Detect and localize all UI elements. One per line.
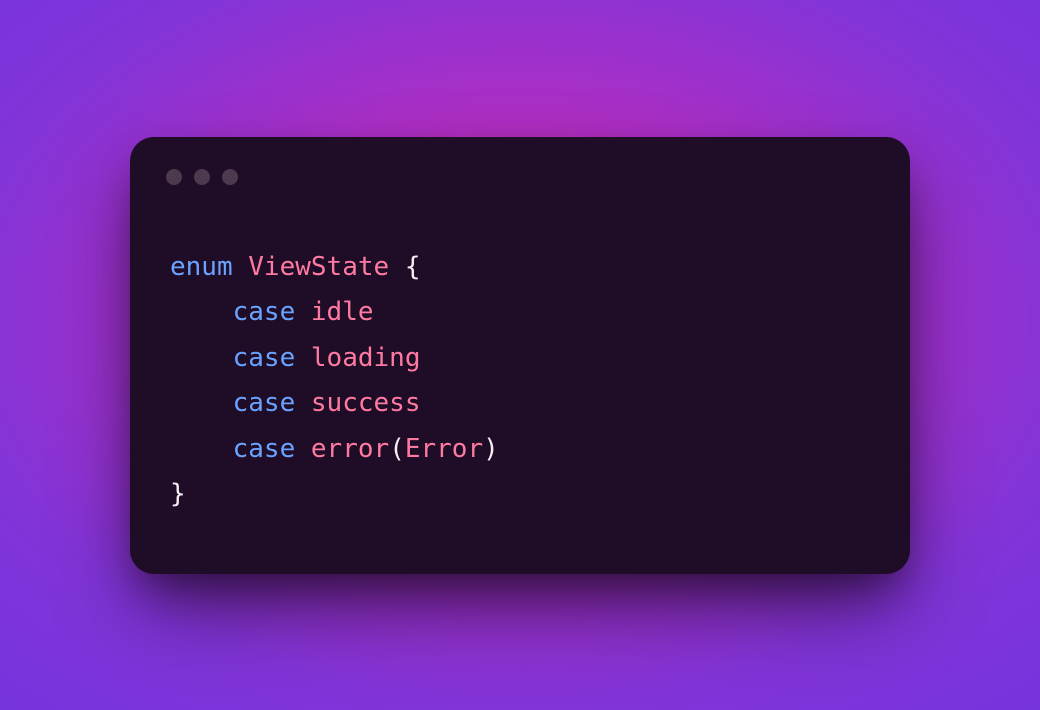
type-error: Error [405,434,483,464]
brace-open: { [389,252,420,282]
code-block: enum ViewState { case idle case loading … [162,185,878,518]
brace-close: } [170,479,186,509]
traffic-light-zoom-icon[interactable] [222,169,238,185]
type-viewstate: ViewState [248,252,389,282]
indent [170,343,233,373]
space [233,252,249,282]
space [295,343,311,373]
keyword-case: case [233,297,296,327]
paren-open: ( [389,434,405,464]
paren-close: ) [483,434,499,464]
case-success: success [311,388,421,418]
case-idle: idle [311,297,374,327]
keyword-case: case [233,388,296,418]
space [295,297,311,327]
window-titlebar [162,165,878,185]
space [295,434,311,464]
keyword-case: case [233,434,296,464]
case-loading: loading [311,343,421,373]
indent [170,434,233,464]
traffic-light-minimize-icon[interactable] [194,169,210,185]
keyword-case: case [233,343,296,373]
keyword-enum: enum [170,252,233,282]
code-window: enum ViewState { case idle case loading … [130,137,910,574]
indent [170,388,233,418]
case-error: error [311,434,389,464]
space [295,388,311,418]
indent [170,297,233,327]
traffic-light-close-icon[interactable] [166,169,182,185]
